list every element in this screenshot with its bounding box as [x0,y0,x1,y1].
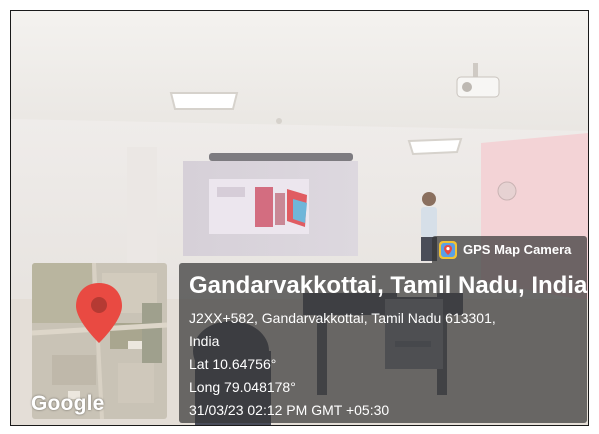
location-title: Gandarvakkottai, Tamil Nadu, India [189,272,588,299]
gps-map-camera-badge: GPS Map Camera [432,236,587,263]
address-line-1: J2XX+582, Gandarvakkottai, Tamil Nadu 61… [189,310,496,326]
latitude: Lat 10.64756° [189,356,277,372]
address-line-2: India [189,333,220,349]
location-info-panel: Gandarvakkottai, Tamil Nadu, India J2XX+… [179,263,587,423]
longitude: Long 79.048178° [189,379,296,395]
photo-frame: Google GPS Map Camera Gandarvakkottai, T… [10,10,589,426]
gps-map-camera-icon [439,240,457,259]
gps-map-camera-label: GPS Map Camera [463,242,572,257]
google-watermark: Google [31,392,105,415]
datetime: 31/03/23 02:12 PM GMT +05:30 [189,402,390,418]
